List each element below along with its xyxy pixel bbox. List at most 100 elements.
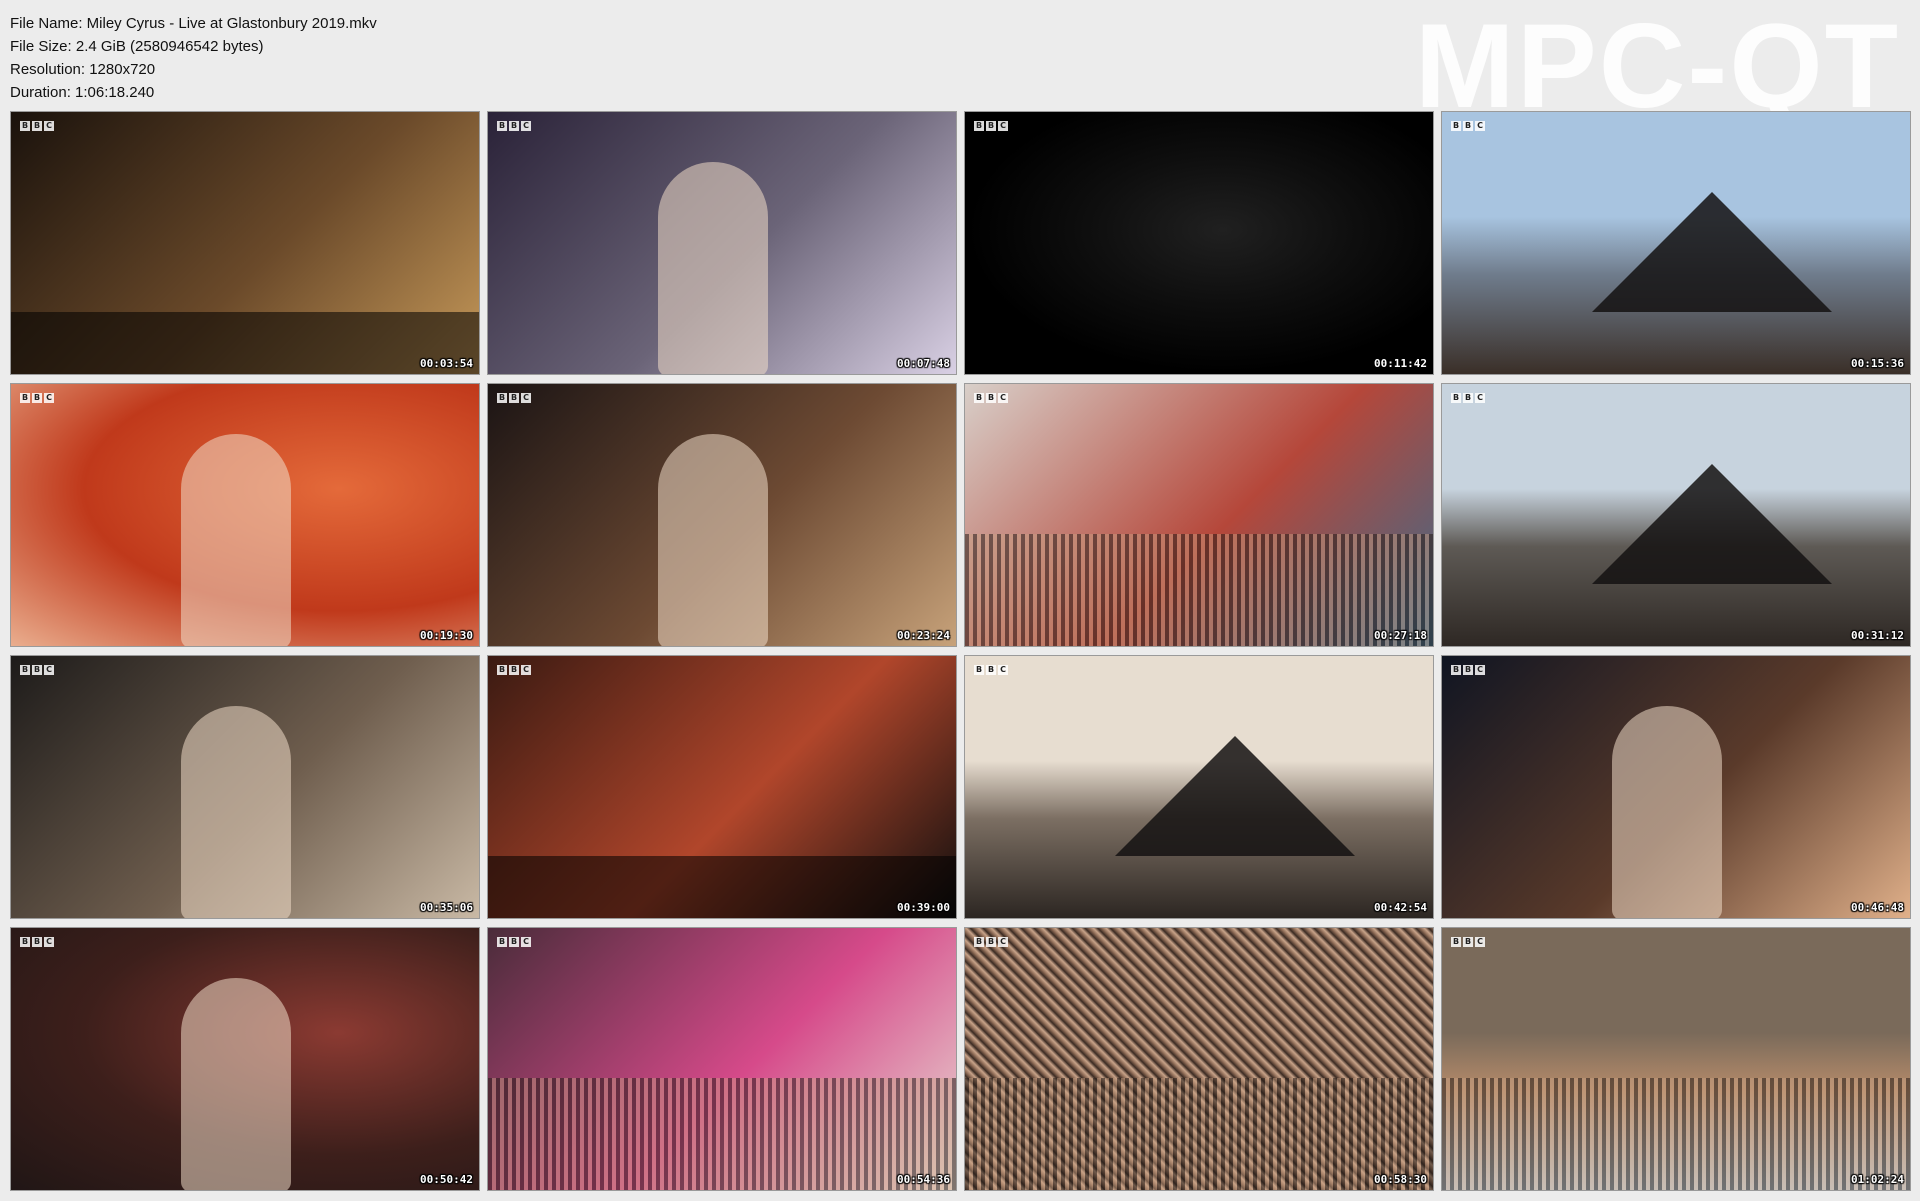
bbc-logo-block: B	[1451, 665, 1461, 675]
thumbnail-timestamp: 00:42:54	[1374, 901, 1427, 914]
thumbnail-grid: B B C 00:03:54 B B C 00:07:48 B B C 00:11:42 B B C 00:1…	[10, 111, 1911, 1191]
bbc-logo: BBC	[497, 937, 531, 947]
scene-shape	[181, 434, 291, 646]
bbc-logo-block: B	[497, 937, 507, 947]
bbc-logo: BBC	[20, 937, 54, 947]
thumbnail-timestamp: 00:31:12	[1851, 629, 1904, 642]
thumbnail-frame[interactable]: B B C 00:03:54	[10, 111, 480, 375]
bbc-logo: BBC	[974, 665, 1008, 675]
scene-shape	[11, 312, 479, 374]
bbc-logo-block: C	[521, 393, 531, 403]
bbc-logo-block: B	[1463, 937, 1473, 947]
scene-shape	[1592, 464, 1832, 584]
thumbnail-frame[interactable]: B B C 00:39:00	[487, 655, 957, 919]
scene-shape	[1592, 192, 1832, 312]
bbc-logo-block: C	[1475, 937, 1485, 947]
bbc-logo-block: B	[986, 393, 996, 403]
bbc-logo-block: C	[44, 665, 54, 675]
bbc-logo-block: B	[974, 937, 984, 947]
scene-shape	[658, 434, 768, 646]
scene-shape	[965, 1078, 1433, 1190]
file-info: File Name: Miley Cyrus - Live at Glaston…	[10, 12, 377, 104]
thumbnail-frame[interactable]: B B C 00:31:12	[1441, 383, 1911, 647]
bbc-logo-block: B	[1451, 121, 1461, 131]
thumbnail-frame[interactable]: B B C 00:50:42	[10, 927, 480, 1191]
thumbnail-timestamp: 00:11:42	[1374, 357, 1427, 370]
file-name-text: File Name: Miley Cyrus - Live at Glaston…	[10, 15, 377, 32]
bbc-logo-block: B	[986, 937, 996, 947]
bbc-logo-block: B	[1451, 393, 1461, 403]
thumbnail-timestamp: 00:03:54	[420, 357, 473, 370]
thumbnail-timestamp: 00:54:36	[897, 1173, 950, 1186]
bbc-logo-block: B	[20, 665, 30, 675]
bbc-logo-block: B	[497, 121, 507, 131]
bbc-logo-block: C	[1475, 121, 1485, 131]
bbc-logo-block: C	[44, 121, 54, 131]
thumbnail-timestamp: 01:02:24	[1851, 1173, 1904, 1186]
thumbnail-timestamp: 00:15:36	[1851, 357, 1904, 370]
bbc-logo-block: B	[20, 937, 30, 947]
bbc-logo-block: B	[974, 121, 984, 131]
bbc-logo-block: C	[521, 937, 531, 947]
scene-shape	[658, 162, 768, 374]
bbc-logo-block: B	[986, 665, 996, 675]
bbc-logo: BBC	[1451, 393, 1485, 403]
duration-text: Duration: 1:06:18.240	[10, 84, 155, 101]
thumbnail-frame[interactable]: B B C 00:27:18	[964, 383, 1434, 647]
thumbnail-timestamp: 00:50:42	[420, 1173, 473, 1186]
bbc-logo-block: B	[974, 393, 984, 403]
bbc-logo-block: C	[1475, 665, 1485, 675]
bbc-logo-block: C	[44, 937, 54, 947]
thumbnail-timestamp: 00:27:18	[1374, 629, 1427, 642]
bbc-logo: BBC	[20, 121, 54, 131]
thumbnail-timestamp: 00:19:30	[420, 629, 473, 642]
bbc-logo: BBC	[974, 121, 1008, 131]
bbc-logo-block: B	[20, 121, 30, 131]
bbc-logo-block: B	[497, 393, 507, 403]
bbc-logo: BBC	[974, 393, 1008, 403]
bbc-logo-block: B	[1451, 937, 1461, 947]
thumbnail-frame[interactable]: B B C 01:02:24	[1441, 927, 1911, 1191]
thumbnail-frame[interactable]: B B C 00:42:54	[964, 655, 1434, 919]
thumbnail-timestamp: 00:07:48	[897, 357, 950, 370]
bbc-logo-block: C	[998, 937, 1008, 947]
bbc-logo-block: B	[32, 937, 42, 947]
bbc-logo-block: C	[44, 393, 54, 403]
bbc-logo-block: B	[32, 121, 42, 131]
bbc-logo-block: C	[521, 121, 531, 131]
thumbnail-frame[interactable]: B B C 00:58:30	[964, 927, 1434, 1191]
bbc-logo: BBC	[1451, 121, 1485, 131]
bbc-logo-block: B	[509, 393, 519, 403]
bbc-logo-block: C	[998, 665, 1008, 675]
thumbnail-frame[interactable]: B B C 00:15:36	[1441, 111, 1911, 375]
bbc-logo: BBC	[20, 393, 54, 403]
bbc-logo-block: C	[1475, 393, 1485, 403]
bbc-logo-block: B	[509, 937, 519, 947]
thumbnail-timestamp: 00:46:48	[1851, 901, 1904, 914]
bbc-logo: BBC	[497, 121, 531, 131]
thumbnail-frame[interactable]: B B C 00:11:42	[964, 111, 1434, 375]
thumbnail-frame[interactable]: B B C 00:19:30	[10, 383, 480, 647]
bbc-logo: BBC	[20, 665, 54, 675]
thumbnail-frame[interactable]: B B C 00:23:24	[487, 383, 957, 647]
bbc-logo: BBC	[497, 665, 531, 675]
bbc-logo-block: B	[509, 665, 519, 675]
bbc-logo-block: B	[1463, 121, 1473, 131]
bbc-logo: BBC	[1451, 665, 1485, 675]
bbc-logo-block: C	[998, 121, 1008, 131]
thumbnail-timestamp: 00:35:06	[420, 901, 473, 914]
scene-shape	[488, 856, 956, 918]
bbc-logo-block: C	[521, 665, 531, 675]
bbc-logo: BBC	[974, 937, 1008, 947]
scene-shape	[488, 1078, 956, 1190]
thumbnail-frame[interactable]: B B C 00:46:48	[1441, 655, 1911, 919]
bbc-logo-block: B	[497, 665, 507, 675]
bbc-logo-block: B	[509, 121, 519, 131]
bbc-logo-block: B	[20, 393, 30, 403]
scene-shape	[1442, 1078, 1910, 1190]
thumbnail-frame[interactable]: B B C 00:35:06	[10, 655, 480, 919]
scene-shape	[1115, 736, 1355, 856]
thumbnail-frame[interactable]: B B C 00:54:36	[487, 927, 957, 1191]
thumbnail-frame[interactable]: B B C 00:07:48	[487, 111, 957, 375]
bbc-logo: BBC	[1451, 937, 1485, 947]
